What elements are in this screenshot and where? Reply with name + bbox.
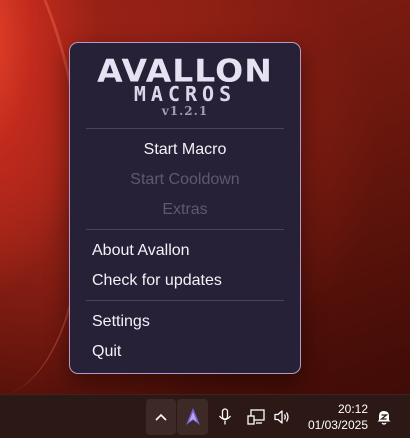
- network-icon: [247, 409, 265, 425]
- clock-date: 01/03/2025: [307, 418, 368, 432]
- menu-item-start-cooldown: Start Cooldown: [130, 171, 240, 188]
- clock-time: 20:12: [337, 402, 368, 416]
- menu-item-settings[interactable]: Settings: [70, 308, 300, 336]
- logo-version: v1.2.1: [161, 104, 209, 118]
- avallon-tray-button[interactable]: [177, 399, 208, 435]
- taskbar: 20:12 01/03/2025: [0, 394, 410, 438]
- avallon-tray-icon: [185, 408, 200, 425]
- volume-icon: [274, 410, 289, 424]
- network-button[interactable]: [244, 399, 268, 435]
- microphone-button[interactable]: [213, 399, 237, 435]
- menu-separator: [86, 300, 284, 301]
- microphone-icon: [218, 408, 232, 425]
- logo-title: AVALLON: [97, 52, 273, 90]
- menu-separator: [86, 128, 284, 129]
- system-clock[interactable]: 20:12 01/03/2025: [308, 401, 368, 433]
- menu-item-extras: Extras: [162, 201, 208, 218]
- menu-item-start-macro[interactable]: Start Macro: [70, 136, 300, 164]
- avallon-logo: AVALLON MACROS v1.2.1: [70, 53, 300, 117]
- tray-context-menu: AVALLON MACROS v1.2.1 Start Macro Start …: [69, 42, 301, 374]
- show-hidden-icons-button[interactable]: [146, 399, 176, 435]
- notifications-button[interactable]: [372, 399, 396, 435]
- menu-separator: [86, 229, 284, 230]
- volume-button[interactable]: [270, 399, 294, 435]
- notification-bell-icon: [377, 411, 391, 425]
- menu-item-about[interactable]: About Avallon: [70, 237, 300, 265]
- menu-item-quit[interactable]: Quit: [70, 338, 300, 366]
- menu-item-check-updates[interactable]: Check for updates: [70, 267, 300, 295]
- chevron-up-icon: [155, 413, 167, 421]
